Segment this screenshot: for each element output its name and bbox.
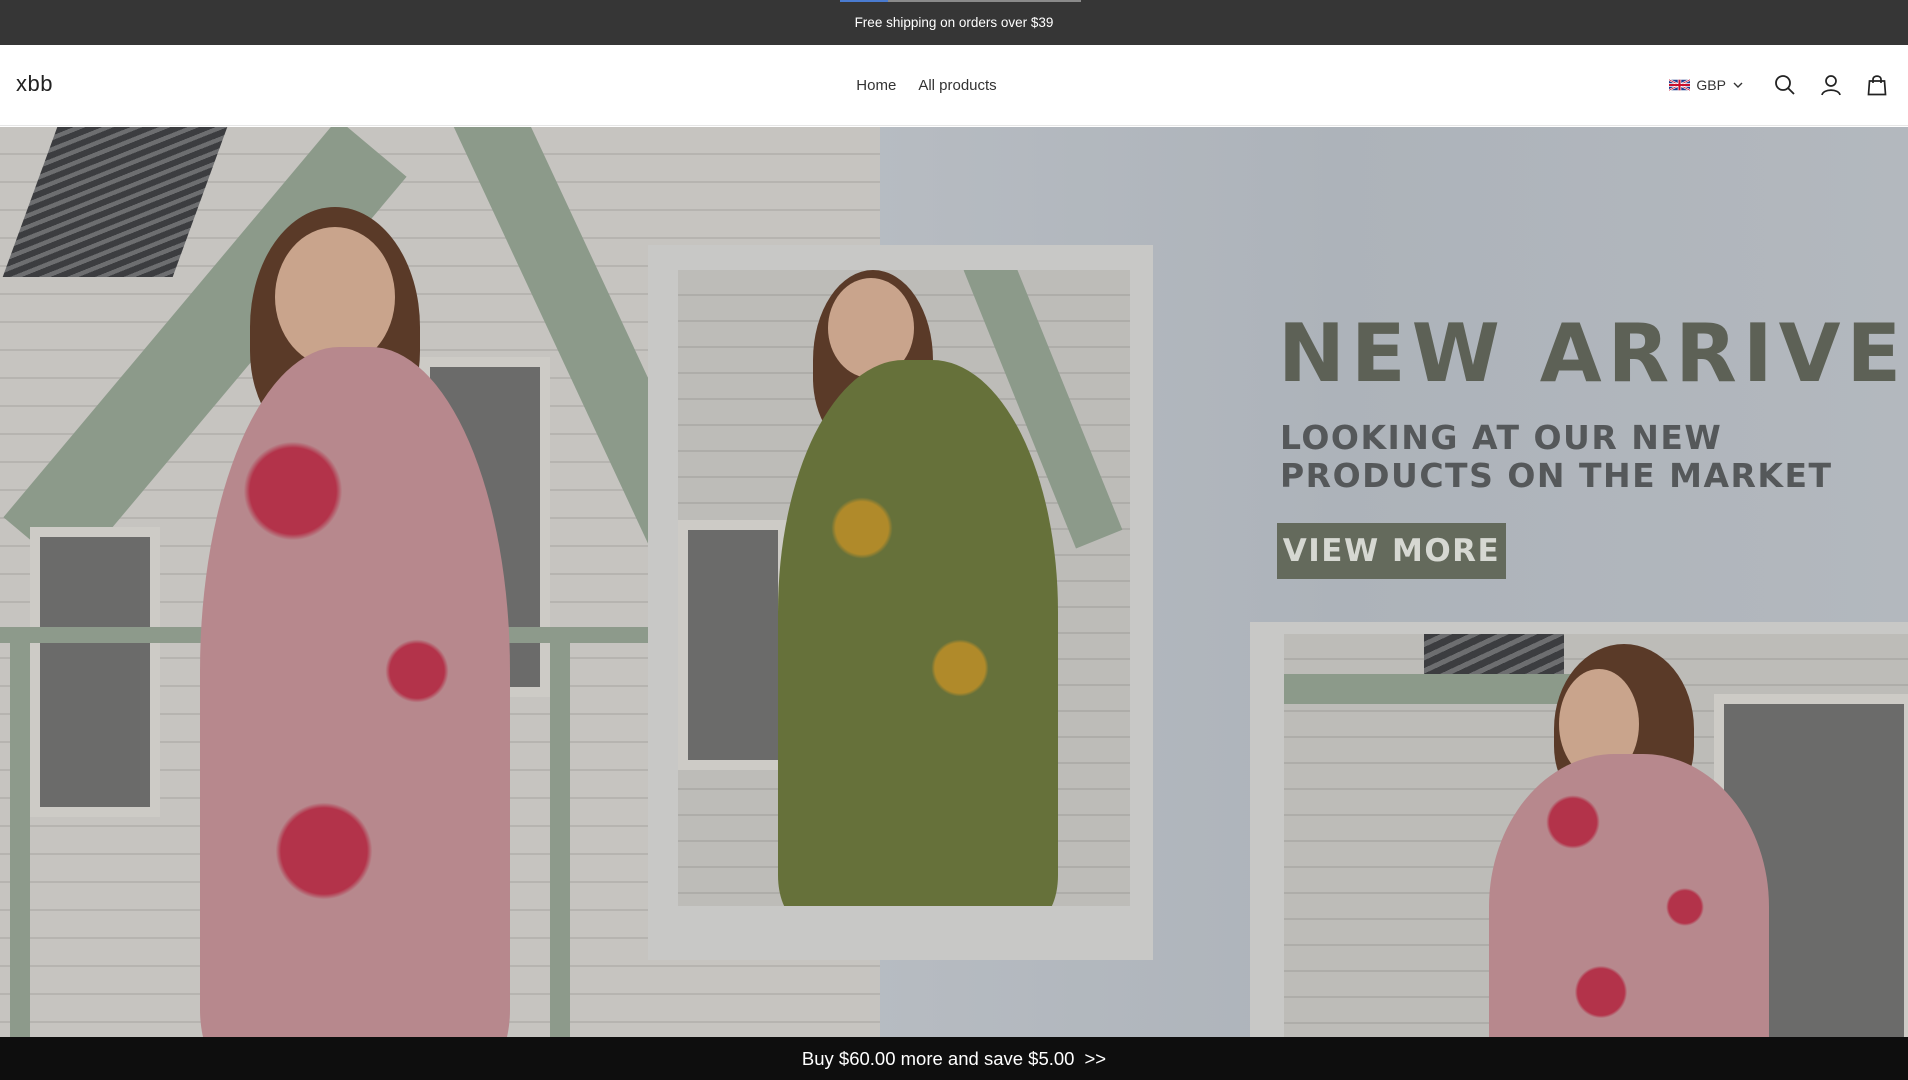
model-green-dress xyxy=(778,360,1058,906)
promo-bar[interactable]: Buy $60.00 more and save $5.00 >> xyxy=(0,1037,1908,1080)
currency-code: GBP xyxy=(1696,77,1726,93)
account-icon[interactable] xyxy=(1818,72,1844,98)
house-window xyxy=(678,520,788,770)
cart-icon[interactable] xyxy=(1864,72,1890,98)
hero-photo-green-dress xyxy=(678,270,1130,906)
hero-headline: NEW ARRIVEL xyxy=(1278,307,1908,400)
announcement-bar: Free shipping on orders over $39 xyxy=(0,0,1908,45)
roof-beam xyxy=(1284,674,1584,704)
promo-text: Buy $60.00 more and save $5.00 xyxy=(801,1047,1075,1069)
roof-vent xyxy=(1424,634,1564,674)
house-window xyxy=(30,527,160,817)
free-shipping-progress-bar xyxy=(840,0,1081,2)
chevron-down-icon xyxy=(1733,82,1743,88)
hero-photo-frame-right xyxy=(1250,622,1908,1037)
currency-selector[interactable]: GBP xyxy=(1669,77,1744,93)
announcement-text: Free shipping on orders over $39 xyxy=(854,15,1054,30)
nav-home-link[interactable]: Home xyxy=(856,77,896,94)
hero-banner[interactable]: NEW ARRIVEL LOOKING AT OUR NEW PRODUCTS … xyxy=(0,127,1908,1037)
free-shipping-progress-fill xyxy=(840,0,889,2)
main-nav: Home All products xyxy=(0,45,1908,126)
view-more-button[interactable]: VIEW MORE xyxy=(1277,523,1506,579)
site-header: xbb Home All products GBP xyxy=(0,45,1908,126)
nav-all-products-link[interactable]: All products xyxy=(918,77,996,94)
search-icon[interactable] xyxy=(1772,72,1798,98)
promo-arrow: >> xyxy=(1084,1047,1107,1069)
uk-flag-icon xyxy=(1669,78,1691,92)
model-face xyxy=(275,227,395,367)
header-tools: GBP xyxy=(1669,70,1890,100)
porch-railing xyxy=(550,627,570,1037)
hero-photo-frame-middle xyxy=(648,245,1153,960)
model-pink-dress xyxy=(200,347,510,1037)
model-pink-dress-back xyxy=(1489,754,1769,1037)
porch-railing xyxy=(10,627,30,1037)
hero-photo-pink-back xyxy=(1284,634,1908,1037)
hero-subheadline: LOOKING AT OUR NEW PRODUCTS ON THE MARKE… xyxy=(1280,418,1833,495)
